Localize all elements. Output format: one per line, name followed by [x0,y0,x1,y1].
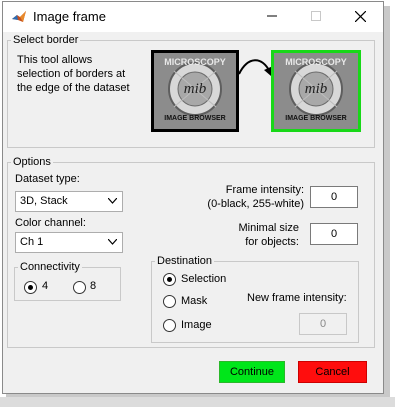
continue-button[interactable]: Continue [219,361,285,383]
frame-intensity-input[interactable]: 0 [310,186,358,208]
matlab-icon [12,11,26,22]
logo-top-text: MICROSCOPY [285,57,347,67]
maximize-button[interactable] [305,6,327,26]
chevron-down-icon [108,198,117,204]
frame-intensity-label-line2: (0-black, 255-white) [207,198,304,210]
color-channel-label: Color channel: [15,217,86,229]
connectivity-4-label: 4 [42,280,49,292]
destination-title: Destination [155,255,215,267]
dataset-type-label: Dataset type: [15,173,80,185]
logo-before-image: MICROSCOPY mib IMAGE BROWSER [151,50,239,132]
description-line: This tool allows [17,54,93,66]
maximize-icon [311,11,321,21]
background-strip [0,397,395,407]
logo-after-image: MICROSCOPY mib IMAGE BROWSER [271,50,361,132]
dialog-window: Image frame Select border This tool allo… [2,1,384,394]
color-channel-value: Ch 1 [20,236,44,248]
logo-top-text: MICROSCOPY [164,57,226,67]
connectivity-4-radio[interactable] [24,281,37,294]
select-border-title: Select border [11,34,81,46]
frame-intensity-label-line1: Frame intensity: [225,184,304,196]
destination-selection-radio[interactable] [163,273,176,286]
connectivity-title: Connectivity [18,261,82,273]
new-frame-intensity-label: New frame intensity: [247,292,347,304]
destination-image-label: Image [181,319,212,331]
minimal-size-input[interactable]: 0 [310,223,358,245]
new-frame-intensity-input[interactable]: 0 [299,313,347,335]
destination-image-radio[interactable] [163,319,176,332]
description-line: the edge of the dataset [17,82,130,94]
window-title: Image frame [33,9,106,24]
dataset-type-value: 3D, Stack [20,195,68,207]
frame-intensity-label: Frame intensity: (0-black, 255-white) [183,183,304,211]
destination-mask-radio[interactable] [163,295,176,308]
color-channel-dropdown[interactable]: Ch 1 [15,232,123,253]
description-line: selection of borders at [17,68,126,80]
cancel-button[interactable]: Cancel [298,361,367,383]
minimal-size-label-line1: Minimal size [238,222,299,234]
arrow-icon [238,59,273,76]
logo-monogram: mib [183,81,207,97]
minimize-button[interactable] [261,6,283,26]
logo-bottom-text: IMAGE BROWSER [285,115,347,122]
close-button[interactable] [349,6,371,26]
select-border-description: This tool allows selection of borders at… [17,53,130,95]
close-icon [354,10,366,22]
connectivity-8-label: 8 [90,280,97,292]
logo-monogram: mib [304,81,328,97]
dataset-type-dropdown[interactable]: 3D, Stack [15,191,123,212]
destination-selection-label: Selection [181,273,227,285]
minimal-size-label: Minimal size for objects: [183,221,299,249]
minimal-size-label-line2: for objects: [245,236,299,248]
connectivity-8-radio[interactable] [73,281,86,294]
title-bar[interactable]: Image frame [3,2,383,32]
chevron-down-icon [108,239,117,245]
minimize-icon [267,15,277,17]
options-title: Options [11,156,53,168]
destination-mask-label: Mask [181,295,208,307]
logo-bottom-text: IMAGE BROWSER [164,115,226,122]
